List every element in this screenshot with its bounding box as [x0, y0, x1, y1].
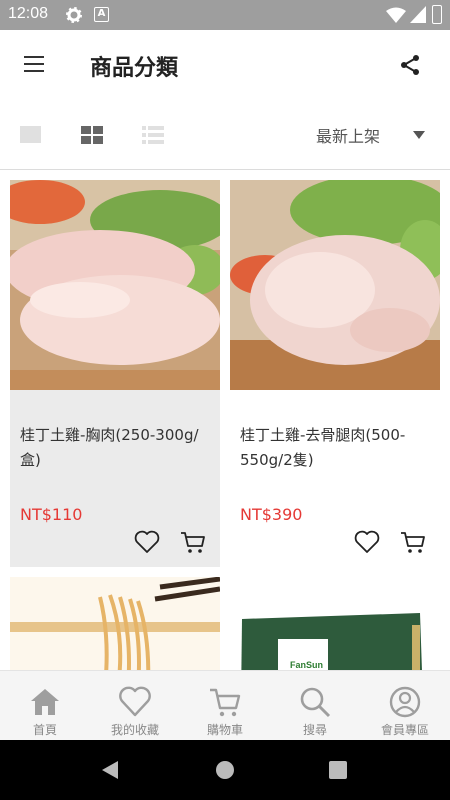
product-image: [230, 180, 440, 390]
status-time: 12:08: [8, 5, 49, 22]
nav-label: 搜尋: [302, 723, 327, 737]
sort-dropdown[interactable]: 最新上架: [316, 123, 380, 147]
chevron-down-icon[interactable]: [413, 131, 425, 139]
app-bar: 商品分類: [0, 30, 450, 100]
share-icon[interactable]: [398, 53, 422, 77]
nav-search[interactable]: 搜尋: [270, 671, 360, 741]
bottom-nav: 首頁 我的收藏 購物車 搜尋 會員專區: [0, 670, 450, 740]
product-box-logo: FanSun: [290, 660, 323, 670]
single-view-icon[interactable]: [20, 126, 41, 143]
product-price: NT$110: [20, 505, 83, 524]
add-to-cart-icon[interactable]: [400, 530, 426, 554]
product-image: [10, 180, 220, 390]
nav-label: 購物車: [206, 723, 243, 737]
product-image: [10, 577, 220, 670]
nav-label: 會員專區: [380, 723, 429, 737]
nav-label: 我的收藏: [110, 723, 159, 737]
add-to-cart-icon[interactable]: [180, 530, 206, 554]
nav-member[interactable]: 會員專區: [360, 671, 450, 741]
product-grid: 桂丁土雞-胸肉(250-300g/盒) NT$110 桂丁土雞-去骨腿肉(500…: [0, 170, 450, 670]
recents-icon[interactable]: [329, 761, 347, 779]
product-card[interactable]: 桂丁土雞-去骨腿肉(500-550g/2隻) NT$390: [230, 180, 440, 567]
home-button-icon[interactable]: [216, 761, 234, 779]
nav-home[interactable]: 首頁: [0, 671, 90, 741]
product-card[interactable]: FanSun: [230, 577, 440, 670]
favorite-icon[interactable]: [134, 530, 160, 554]
a-icon: A: [94, 7, 109, 22]
product-card[interactable]: [10, 577, 220, 670]
wifi-icon: [386, 7, 406, 23]
view-toolbar: 最新上架: [0, 100, 450, 170]
heart-icon: [119, 686, 151, 717]
grid-view-icon[interactable]: [81, 126, 103, 144]
search-icon: [300, 687, 331, 718]
product-price: NT$390: [240, 505, 303, 524]
nav-cart[interactable]: 購物車: [180, 671, 270, 741]
hamburger-icon[interactable]: [24, 56, 46, 74]
product-name[interactable]: 桂丁土雞-去骨腿肉(500-550g/2隻): [240, 423, 435, 473]
favorite-icon[interactable]: [354, 530, 380, 554]
product-card[interactable]: 桂丁土雞-胸肉(250-300g/盒) NT$110: [10, 180, 220, 567]
home-icon: [31, 689, 59, 715]
back-icon[interactable]: [102, 761, 118, 779]
system-nav-bar: [0, 740, 450, 800]
gear-icon: [66, 7, 82, 23]
nav-label: 首頁: [32, 723, 57, 737]
page-title: 商品分類: [90, 56, 179, 81]
list-view-icon[interactable]: [142, 126, 164, 144]
product-image: [230, 577, 440, 670]
signal-icon: [410, 6, 426, 23]
battery-icon: [432, 5, 442, 24]
nav-favorites[interactable]: 我的收藏: [90, 671, 180, 741]
cart-icon: [210, 688, 241, 717]
member-icon: [389, 686, 421, 718]
product-name[interactable]: 桂丁土雞-胸肉(250-300g/盒): [20, 423, 215, 473]
status-bar: 12:08 A: [0, 0, 450, 30]
